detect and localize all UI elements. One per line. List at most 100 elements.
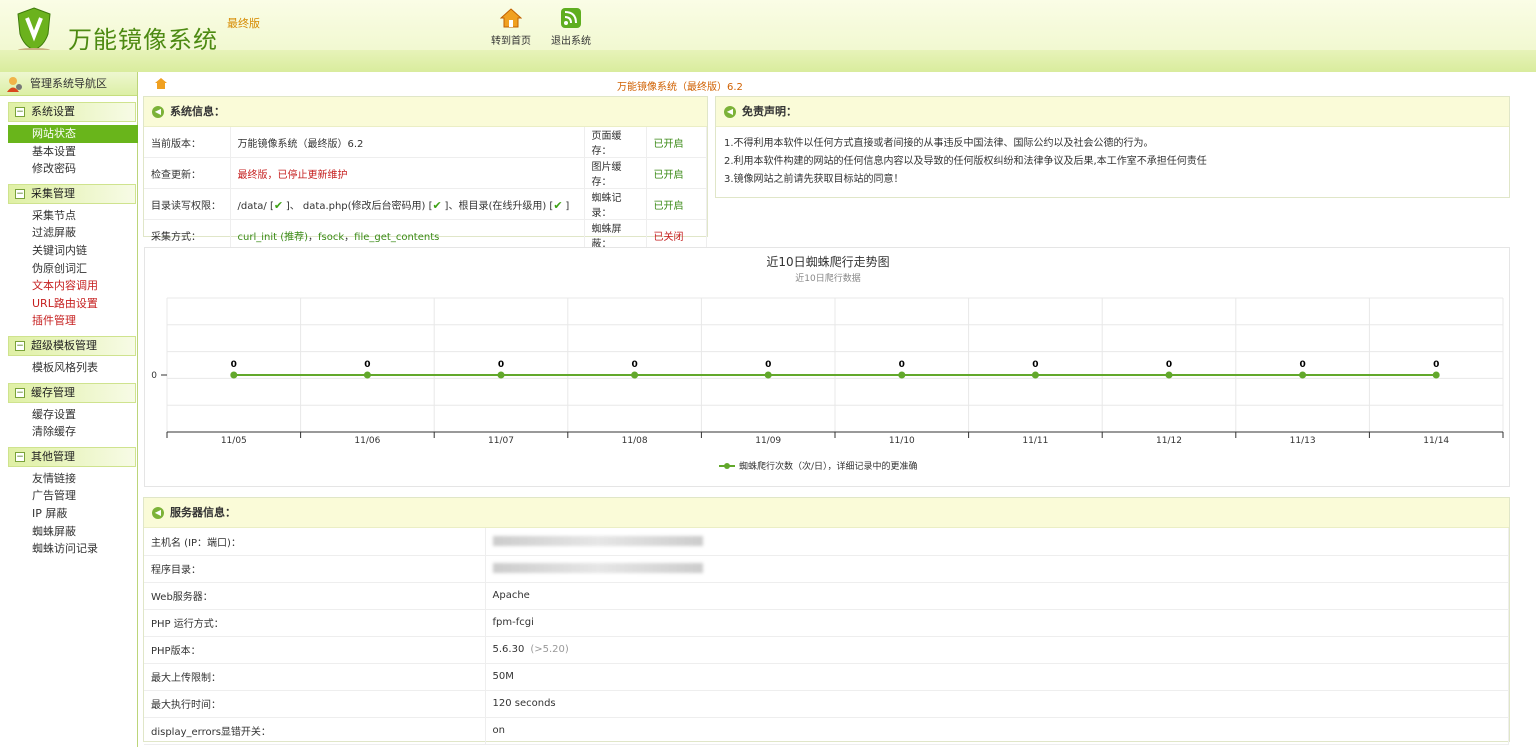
page-cache-label: 页面缓存： [584,127,647,158]
data-point [631,371,639,379]
blurred-value [492,535,703,546]
arrow-icon: ◀ [152,507,164,519]
x-tick-label: 11/09 [755,436,781,446]
data-label: 0 [498,360,504,370]
table-row: 最大上传限制： 50M [144,663,1509,691]
server-row-value: 5.6.30 (>5.20) [485,636,1509,664]
disclaimer-line: 3.镜像网站之前请先获取目标站的同意！ [724,174,904,185]
sidebar-item[interactable]: 友情链接 [0,470,137,488]
server-row-value: Apache [485,582,1509,610]
method-sep: ， [344,231,355,243]
sidebar-item[interactable]: IP 屏蔽 [0,505,137,523]
sidebar-item[interactable]: 蜘蛛屏蔽 [0,523,137,541]
server-row-label: display_errors显错开关： [144,717,486,745]
sidebar-title-text: 管理系统导航区 [30,77,107,90]
x-tick-label: 11/13 [1290,436,1316,446]
table-row: 最大执行时间： 120 seconds [144,690,1509,718]
nav-group-2[interactable]: − 超级模板管理 [8,335,136,356]
check-icon: ✔ [553,198,563,212]
nav-group-0[interactable]: − 系统设置 [8,102,136,122]
table-row: 采集方式： curl_init (推荐)，fsock，file_get_cont… [144,219,707,251]
blurred-value [492,563,703,573]
server-value-text: 50M [492,671,514,682]
data-point [363,371,371,379]
sidebar-item[interactable]: 插件管理 [0,312,137,330]
server-value-text: 120 seconds [492,698,556,709]
data-label: 0 [631,360,637,370]
table-row: display_errors显错开关： on [144,717,1509,745]
collapse-icon[interactable]: − [15,107,25,117]
collapse-icon[interactable]: − [15,387,25,398]
server-row-value [485,555,1509,583]
nav-group-label: 其他管理 [31,449,75,463]
image-cache-value: 已开启 [646,157,707,189]
version-value: 万能镜像系统（最终版）6.2 [230,127,585,158]
data-point [497,371,505,379]
home-icon [500,8,522,28]
sidebar-item[interactable]: 采集节点 [0,207,137,225]
breadcrumb-home-icon[interactable] [155,78,167,89]
sidebar-item[interactable]: 网站状态 [8,125,138,143]
collect-method-label: 采集方式： [144,219,231,251]
chart-svg: 近10日蜘蛛爬行走势图 近10日爬行数据 0 0 11/05 0 11/06 0 11/07… [151,254,1504,472]
sidebar-item[interactable]: 缓存设置 [0,406,137,424]
sidebar-item[interactable]: 模板风格列表 [0,359,137,377]
server-row-label: 主机名 (IP：端口)： [144,528,486,556]
system-info-panel: ◀ 系统信息： 当前版本： 万能镜像系统（最终版）6.2 页面缓存： 已开启 检查… [143,96,708,251]
collapse-icon[interactable]: − [15,188,25,199]
system-info-title: 系统信息： [170,105,225,118]
nav-group-4[interactable]: − 其他管理 [8,446,136,467]
version-label: 当前版本： [144,127,231,158]
collapse-icon[interactable]: − [15,340,25,351]
perm-data-dir: /data/ [ [237,200,274,212]
admin-user-icon [7,77,22,92]
disclaimer-line: 1.不得利用本软件以任何方式直接或者间接的从事违反中国法律、国际公约以及社会公德… [724,138,1154,149]
chart-title: 近10日蜘蛛爬行走势图 [766,254,889,269]
data-point [1031,371,1039,379]
spider-chart: 近10日蜘蛛爬行走势图 近10日爬行数据 0 0 11/05 0 11/06 0 11/07… [144,247,1510,487]
go-home-link[interactable]: 转到首页 [486,8,536,47]
server-row-label: 程序目录： [144,555,486,583]
table-row: 主机名 (IP：端口)： [144,528,1509,556]
sidebar-item[interactable]: 基本设置 [0,143,137,161]
sidebar-item[interactable]: 蜘蛛访问记录 [0,540,137,558]
spider-log-value: 已开启 [646,188,707,220]
server-info-title: 服务器信息： [170,506,236,519]
x-tick-label: 11/12 [1156,436,1182,446]
sidebar-item[interactable]: 广告管理 [0,487,137,505]
sidebar-item[interactable]: 伪原创词汇 [0,260,137,278]
sidebar-item[interactable]: 清除缓存 [0,423,137,441]
data-point [1432,371,1440,379]
nav-group-1[interactable]: − 采集管理 [8,183,136,204]
data-point [230,371,238,379]
collapse-icon[interactable]: − [15,451,25,462]
arrow-icon: ◀ [152,106,164,118]
collect-method-value: curl_init (推荐)，fsock，file_get_contents [230,219,585,251]
disclaimer-body: 1.不得利用本软件以任何方式直接或者间接的从事违反中国法律、国际公约以及社会公德… [716,127,1509,197]
method-fgc: file_get_contents [354,231,440,243]
nav-group-label: 采集管理 [31,186,75,200]
server-row-value: on [485,717,1509,745]
sidebar-item[interactable]: 关键词内链 [0,242,137,260]
server-row-value: 120 seconds [485,690,1509,718]
x-tick-label: 11/11 [1022,436,1048,446]
server-row-value [485,528,1509,556]
data-label: 0 [1032,360,1038,370]
disclaimer-panel: ◀ 免责声明： 1.不得利用本软件以任何方式直接或者间接的从事违反中国法律、国际公… [715,96,1510,198]
data-label: 0 [765,360,771,370]
nav-group-3[interactable]: − 缓存管理 [8,382,136,403]
data-label: 0 [1166,360,1172,370]
sidebar-item[interactable]: 文本内容调用 [0,277,137,295]
sidebar-item[interactable]: 修改密码 [0,160,137,178]
logout-link[interactable]: 退出系统 [546,8,596,47]
table-row: 当前版本： 万能镜像系统（最终版）6.2 页面缓存： 已开启 [144,127,707,158]
sidebar-item[interactable]: 过滤屏蔽 [0,224,137,242]
sidebar-item[interactable]: URL路由设置 [0,295,137,313]
data-point [1299,371,1307,379]
data-label: 0 [1433,360,1439,370]
data-label: 0 [364,360,370,370]
nav-group-label: 系统设置 [31,105,75,118]
server-row-label: 最大上传限制： [144,663,486,691]
permissions-label: 目录读写权限： [144,188,231,220]
server-value-text: on [492,725,505,736]
